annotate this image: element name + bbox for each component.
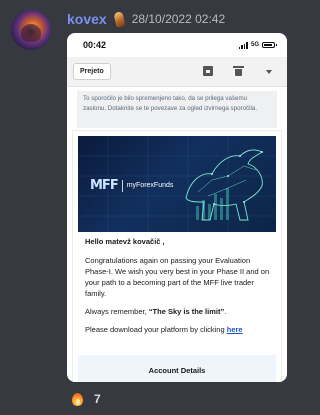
status-icons: 5G — [238, 41, 277, 49]
reaction-fire[interactable]: 7 — [71, 391, 101, 406]
account-details-title: Account Details — [148, 366, 206, 375]
battery-icon — [262, 42, 277, 48]
paragraph-download: Please download your platform by clickin… — [85, 324, 275, 335]
account-details-section: Account Details — [78, 355, 276, 382]
download-link[interactable]: here — [227, 325, 243, 334]
email-content: MFF myForexFunds Hello matevž kovačič , … — [72, 130, 282, 382]
message-header: kovex 28/10/2022 02:42 — [67, 9, 225, 29]
caret-down-icon[interactable] — [266, 70, 272, 74]
archive-icon[interactable] — [203, 66, 213, 76]
motto-quote: “The Sky is the limit” — [148, 307, 225, 316]
message-timestamp: 28/10/2022 02:42 — [131, 12, 226, 26]
email-body: Hello matevž kovačič , Congratulations a… — [85, 237, 275, 342]
network-label: 5G — [250, 42, 259, 48]
motto-suffix: . — [224, 307, 227, 316]
paragraph-motto: Always remember, “The Sky is the limit”. — [85, 306, 275, 317]
screenshot-attachment[interactable]: 00:42 5G Prejeto To sporočilo je bilo sp… — [67, 33, 287, 382]
greeting: Hello matevž kovačič , — [85, 237, 165, 246]
reaction-count: 7 — [94, 391, 101, 406]
logo-text: myForexFunds — [126, 182, 174, 189]
mail-toolbar: Prejeto — [67, 57, 287, 87]
motto-prefix: Always remember, — [85, 307, 149, 316]
status-time: 00:42 — [83, 40, 107, 50]
user-avatar[interactable] — [11, 10, 51, 50]
paragraph-congrats: Congratulations again on passing your Ev… — [85, 256, 270, 298]
signal-icon — [238, 41, 248, 49]
resize-notice[interactable]: To sporočilo je bilo spremenjeno tako, d… — [77, 91, 277, 128]
logo-divider — [121, 179, 123, 192]
download-prefix: Please download your platform by clickin… — [85, 325, 227, 334]
fire-icon — [71, 391, 84, 406]
inbox-label-button[interactable]: Prejeto — [73, 63, 111, 80]
email-banner: MFF myForexFunds — [78, 136, 276, 232]
username[interactable]: kovex — [67, 11, 107, 27]
logo-mark: MFF — [90, 178, 119, 193]
phone-status-bar: 00:42 5G — [67, 33, 287, 57]
brand-logo: MFF myForexFunds — [90, 178, 173, 193]
fire-badge-icon — [113, 11, 126, 28]
trash-icon[interactable] — [233, 66, 244, 76]
